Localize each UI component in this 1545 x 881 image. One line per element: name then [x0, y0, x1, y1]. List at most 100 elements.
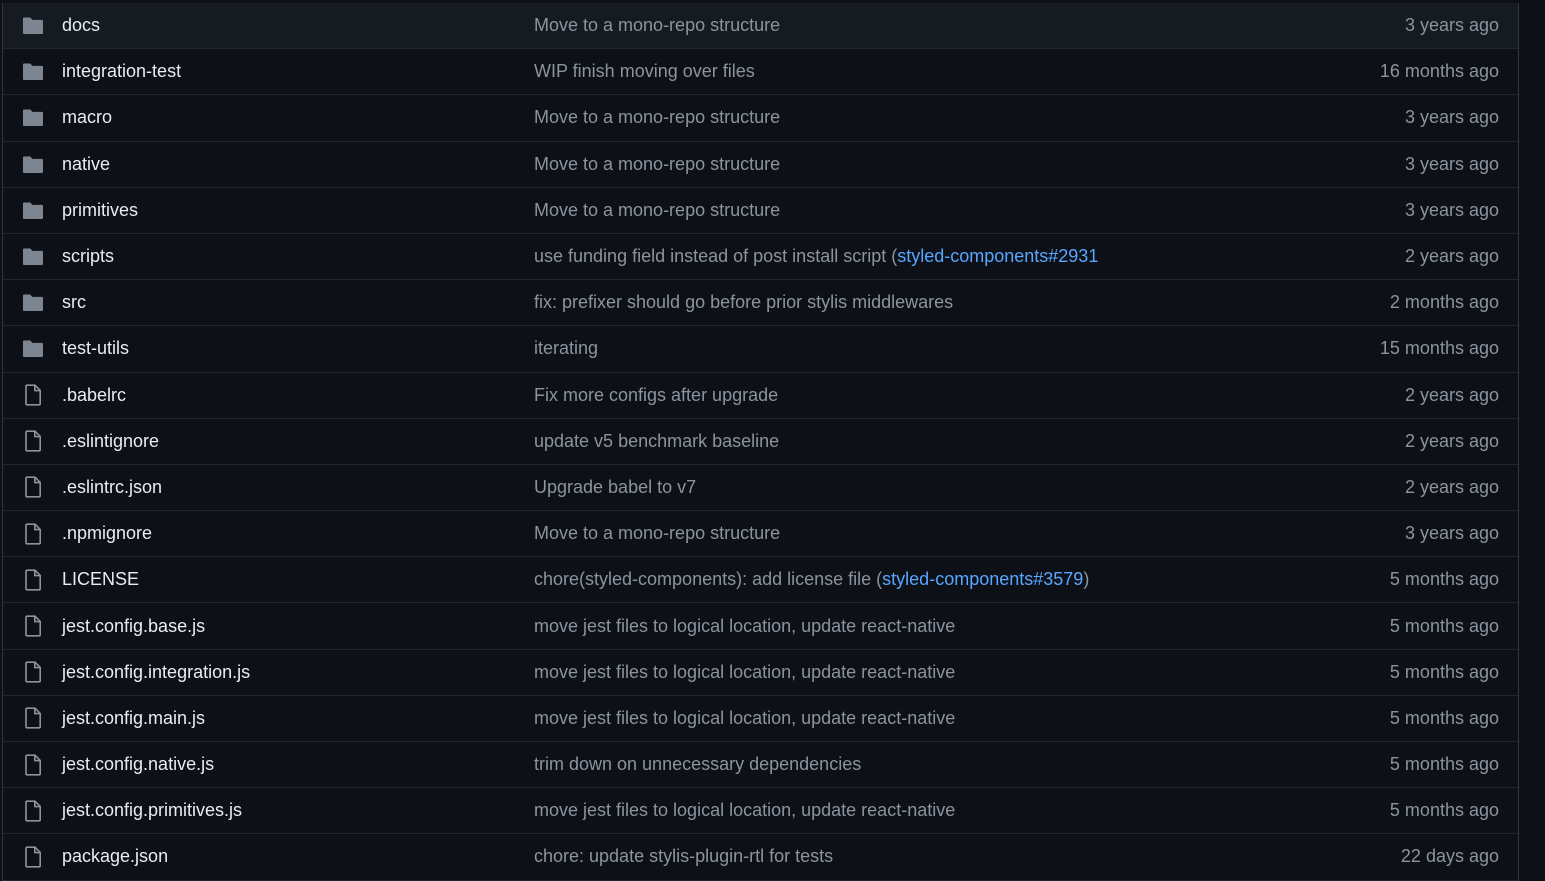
file-icon [22, 430, 44, 452]
commit-age: 2 years ago [1404, 430, 1499, 451]
file-row[interactable]: native Move to a mono-repo structure 3 yea… [3, 142, 1518, 188]
commit-age: 16 months ago [1379, 61, 1499, 82]
file-name-link[interactable]: docs [62, 15, 100, 36]
file-name-link[interactable]: jest.config.main.js [62, 708, 205, 729]
file-name-link[interactable]: test-utils [62, 338, 129, 359]
commit-message-text: move jest files to logical location, upd… [534, 707, 956, 728]
commit-message-link[interactable]: move jest files to logical location, upd… [534, 662, 955, 683]
file-row[interactable]: jest.config.primitives.js move jest files… [3, 788, 1518, 835]
file-row[interactable]: jest.config.native.js trim down on unnece… [3, 742, 1518, 789]
commit-message-suffix: ) [1083, 569, 1090, 590]
commit-message-link[interactable]: Upgrade babel to v7 [534, 477, 696, 498]
file-name-link[interactable]: .babelrc [62, 385, 126, 406]
file-icon [22, 476, 44, 499]
file-icon [22, 661, 44, 683]
file-row[interactable]: .npmignore Move to a mono-repo structure 3… [3, 511, 1518, 558]
commit-message-link[interactable]: move jest files to logical location, upd… [534, 800, 955, 821]
file-name-link[interactable]: scripts [62, 246, 114, 267]
commit-message-link[interactable]: trim down on unnecessary dependencies [534, 754, 861, 775]
commit-age: 2 years ago [1404, 246, 1499, 267]
commit-message-text: chore(styled-components): add license fi… [534, 569, 883, 590]
file-row[interactable]: integration-test WIP finish moving over f… [3, 49, 1518, 96]
commit-message-link[interactable]: Move to a mono-repo structure [534, 200, 780, 221]
commit-message-link[interactable]: update v5 benchmark baseline [534, 431, 779, 452]
file-name-link[interactable]: src [62, 292, 86, 313]
commit-age: 5 months ago [1389, 569, 1499, 590]
pull-request-link[interactable]: styled-components#3579 [882, 569, 1083, 589]
file-name-link[interactable]: package.json [62, 846, 168, 867]
commit-message-link[interactable]: fix: prefixer should go before prior sty… [534, 292, 953, 313]
file-name-link[interactable]: jest.config.base.js [62, 616, 205, 637]
file-name-link[interactable]: macro [62, 107, 112, 128]
file-row[interactable]: jest.config.base.js move jest files to lo… [3, 603, 1518, 650]
commit-age: 5 months ago [1389, 661, 1499, 682]
file-name-link[interactable]: jest.config.primitives.js [62, 800, 242, 821]
commit-age: 5 months ago [1389, 615, 1499, 636]
file-row[interactable]: jest.config.integration.js move jest file… [3, 650, 1518, 696]
commit-message-link[interactable]: iterating [534, 338, 598, 359]
pull-request-link[interactable]: styled-components#2931 [897, 246, 1098, 266]
commit-message-link[interactable]: use funding field instead of post instal… [534, 246, 1098, 267]
commit-message-link[interactable]: Move to a mono-repo structure [534, 107, 780, 128]
commit-message-text: trim down on unnecessary dependencies [534, 754, 862, 775]
commit-age: 3 years ago [1404, 15, 1499, 36]
commit-age: 5 months ago [1389, 800, 1499, 821]
file-name-link[interactable]: jest.config.integration.js [62, 662, 250, 683]
file-name-link[interactable]: integration-test [62, 61, 181, 82]
commit-message-text: use funding field instead of post instal… [534, 246, 898, 267]
file-row[interactable]: .babelrc Fix more configs after upgrade 2 … [3, 373, 1518, 419]
file-name-link[interactable]: native [62, 154, 110, 175]
commit-age: 3 years ago [1404, 199, 1499, 220]
file-icon [22, 753, 44, 776]
file-row[interactable]: docs Move to a mono-repo structure 3 years… [3, 3, 1518, 50]
file-name-link[interactable]: LICENSE [62, 569, 139, 590]
commit-message-link[interactable]: Move to a mono-repo structure [534, 523, 780, 544]
commit-message-link[interactable]: chore(styled-components): add license fi… [534, 569, 1089, 590]
commit-message-link[interactable]: move jest files to logical location, upd… [534, 616, 955, 637]
commit-message-text: move jest files to logical location, upd… [534, 661, 956, 682]
file-icon [22, 707, 44, 730]
folder-icon [22, 199, 44, 221]
file-name-link[interactable]: .eslintignore [62, 431, 159, 452]
commit-message-link[interactable]: chore: update stylis-plugin-rtl for test… [534, 846, 833, 867]
commit-message-text: Move to a mono-repo structure [534, 199, 781, 220]
commit-message-link[interactable]: Move to a mono-repo structure [534, 15, 780, 36]
file-icon [22, 615, 44, 637]
file-row[interactable]: .eslintignore update v5 benchmark baselin… [3, 419, 1518, 465]
folder-icon [22, 107, 44, 129]
commit-message-text: Move to a mono-repo structure [534, 523, 781, 544]
commit-message-text: chore: update stylis-plugin-rtl for test… [534, 846, 834, 867]
commit-message-link[interactable]: WIP finish moving over files [534, 61, 755, 82]
commit-message-text: Fix more configs after upgrade [534, 384, 779, 405]
commit-age: 15 months ago [1379, 338, 1499, 359]
file-name-link[interactable]: .eslintrc.json [62, 477, 162, 498]
file-row[interactable]: primitives Move to a mono-repo structure 3… [3, 188, 1518, 234]
folder-icon [22, 246, 44, 268]
commit-message-text: move jest files to logical location, upd… [534, 615, 956, 636]
commit-message-text: Upgrade babel to v7 [534, 476, 697, 497]
file-name-link[interactable]: .npmignore [62, 523, 152, 544]
file-row[interactable]: macro Move to a mono-repo structure 3 year… [3, 95, 1518, 142]
commit-age: 3 years ago [1404, 153, 1499, 174]
file-name-link[interactable]: primitives [62, 200, 138, 221]
commit-age: 5 months ago [1389, 707, 1499, 728]
file-row[interactable]: LICENSE chore(styled-components): add lic… [3, 557, 1518, 604]
commit-message-link[interactable]: move jest files to logical location, upd… [534, 708, 955, 729]
file-row[interactable]: package.json chore: update stylis-plugin-… [3, 834, 1518, 881]
file-row[interactable]: src fix: prefixer should go before prior … [3, 280, 1518, 327]
file-icon [22, 523, 44, 545]
commit-message-text: Move to a mono-repo structure [534, 153, 781, 174]
file-name-link[interactable]: jest.config.native.js [62, 754, 214, 775]
folder-icon [22, 61, 44, 83]
file-row[interactable]: scripts use funding field instead of post… [3, 234, 1518, 281]
file-row[interactable]: .eslintrc.json Upgrade babel to v7 2 years… [3, 465, 1518, 512]
commit-message-text: update v5 benchmark baseline [534, 430, 780, 451]
commit-age: 2 years ago [1404, 384, 1499, 405]
commit-message-link[interactable]: Move to a mono-repo structure [534, 154, 780, 175]
file-row[interactable]: jest.config.main.js move jest files to lo… [3, 696, 1518, 742]
commit-message-link[interactable]: Fix more configs after upgrade [534, 385, 778, 406]
commit-age: 2 years ago [1404, 476, 1499, 497]
folder-icon [22, 292, 44, 314]
commit-age: 22 days ago [1400, 846, 1499, 867]
file-row[interactable]: test-utils iterating 15 months ago [3, 326, 1518, 373]
